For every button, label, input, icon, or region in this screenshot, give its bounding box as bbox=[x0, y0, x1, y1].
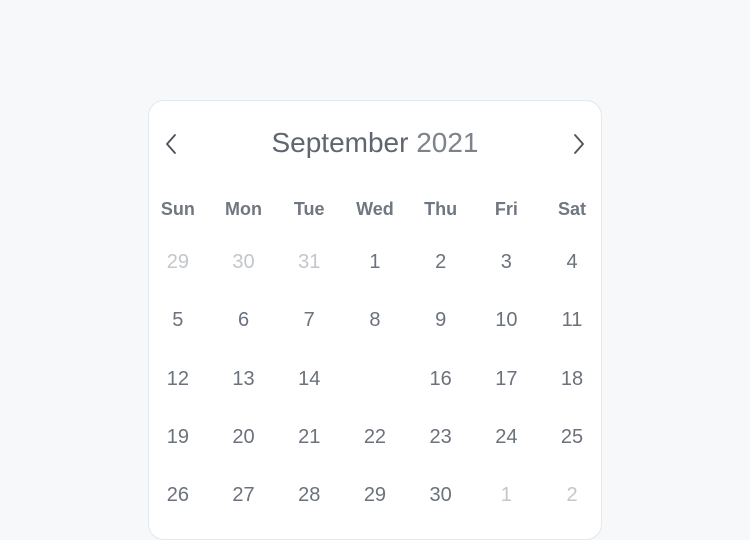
day-cell[interactable]: 8 bbox=[342, 291, 408, 349]
day-cell[interactable]: 19 bbox=[145, 408, 211, 466]
day-number: 8 bbox=[369, 309, 381, 332]
weekday-header: Sat bbox=[558, 199, 587, 219]
outside-month-day-cell[interactable]: 31 bbox=[276, 233, 342, 291]
day-cell[interactable]: 3 bbox=[474, 233, 540, 291]
day-number: 3 bbox=[500, 251, 512, 273]
day-number: 14 bbox=[298, 367, 321, 390]
day-number: 21 bbox=[298, 425, 321, 448]
day-number: 17 bbox=[495, 367, 518, 390]
day-cell[interactable]: 29 bbox=[342, 466, 408, 524]
day-number: 2 bbox=[435, 251, 447, 273]
day-cell[interactable]: 28 bbox=[276, 466, 342, 524]
day-cell[interactable]: 23 bbox=[408, 408, 474, 466]
weekday-header: Thu bbox=[424, 199, 458, 219]
day-cell[interactable]: 18 bbox=[539, 350, 605, 408]
day-cell[interactable]: 14 bbox=[276, 350, 342, 408]
day-cell[interactable]: 24 bbox=[474, 408, 540, 466]
day-number: 5 bbox=[172, 309, 184, 332]
day-cell[interactable]: 21 bbox=[276, 408, 342, 466]
day-cell[interactable]: 17 bbox=[474, 350, 540, 408]
weekday-header: Mon bbox=[225, 199, 263, 219]
day-number: 1 bbox=[369, 251, 381, 273]
day-number: 29 bbox=[363, 484, 387, 507]
day-cell[interactable]: 1 bbox=[342, 233, 408, 291]
day-cell[interactable]: 27 bbox=[211, 466, 277, 524]
weekday-header: Wed bbox=[356, 199, 394, 219]
day-number: 20 bbox=[232, 425, 255, 448]
day-cell[interactable]: 16 bbox=[408, 350, 474, 408]
day-number: 24 bbox=[495, 425, 518, 448]
day-number: 25 bbox=[560, 425, 584, 448]
day-number: 13 bbox=[232, 367, 255, 390]
day-cell[interactable]: 25 bbox=[539, 408, 605, 466]
day-cell[interactable]: 22 bbox=[342, 408, 408, 466]
day-number: 4 bbox=[566, 251, 578, 273]
day-number: 11 bbox=[561, 309, 583, 332]
day-number: 1 bbox=[500, 484, 512, 507]
year-label: 2021 bbox=[416, 127, 479, 158]
day-number: 30 bbox=[232, 251, 255, 273]
day-cell[interactable]: 6 bbox=[211, 291, 277, 349]
month-year-title: September 2021 bbox=[148, 126, 602, 160]
weekday-header: Tue bbox=[293, 199, 325, 219]
day-number: 9 bbox=[435, 309, 447, 332]
day-cell[interactable]: 9 bbox=[408, 291, 474, 349]
weekday-header: Fri bbox=[494, 199, 518, 219]
day-number: 15 bbox=[363, 367, 387, 390]
day-number: 16 bbox=[429, 367, 452, 390]
day-cell[interactable]: 7 bbox=[276, 291, 342, 349]
day-number: 6 bbox=[237, 309, 250, 332]
outside-month-day-cell[interactable]: 30 bbox=[211, 233, 277, 291]
day-number: 28 bbox=[298, 484, 321, 507]
day-cell[interactable]: 12 bbox=[145, 350, 211, 408]
day-number: 31 bbox=[298, 251, 321, 273]
day-cell[interactable]: 13 bbox=[211, 350, 277, 408]
selected-day-cell[interactable]: 15 bbox=[342, 349, 408, 408]
day-cell[interactable]: 4 bbox=[539, 233, 605, 291]
day-number: 12 bbox=[166, 367, 189, 390]
day-cell[interactable]: 10 bbox=[474, 291, 540, 349]
day-number: 10 bbox=[495, 309, 518, 332]
day-number: 29 bbox=[166, 251, 189, 273]
outside-month-day-cell[interactable]: 1 bbox=[474, 466, 540, 524]
outside-month-day-cell[interactable]: 2 bbox=[539, 466, 605, 524]
day-number: 22 bbox=[363, 425, 387, 448]
weekday-header: Sun bbox=[160, 199, 195, 219]
day-number: 27 bbox=[232, 484, 255, 507]
day-number: 30 bbox=[429, 484, 452, 507]
day-cell[interactable]: 2 bbox=[408, 233, 474, 291]
day-number: 7 bbox=[303, 309, 315, 332]
day-number: 18 bbox=[560, 367, 584, 390]
day-cell[interactable]: 30 bbox=[408, 466, 474, 524]
day-number: 23 bbox=[429, 425, 452, 448]
day-cell[interactable]: 20 bbox=[211, 408, 277, 466]
day-number: 26 bbox=[166, 484, 189, 507]
day-number: 19 bbox=[166, 425, 189, 448]
day-cell[interactable]: 11 bbox=[539, 291, 605, 349]
outside-month-day-cell[interactable]: 29 bbox=[145, 233, 211, 291]
day-number: 2 bbox=[566, 484, 578, 507]
day-cell[interactable]: 26 bbox=[145, 466, 211, 524]
month-label: September bbox=[271, 127, 409, 158]
day-cell[interactable]: 5 bbox=[145, 291, 211, 349]
